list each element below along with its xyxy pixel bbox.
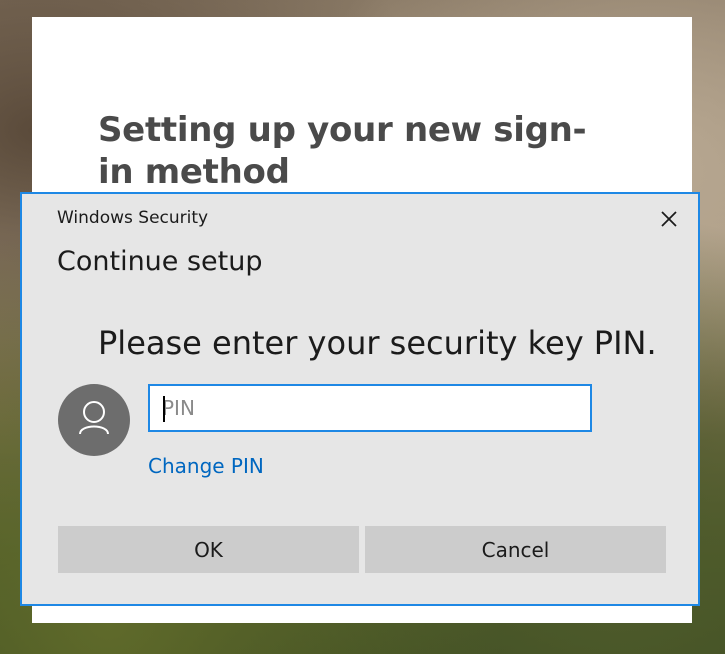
ok-button[interactable]: OK bbox=[58, 526, 359, 573]
user-icon bbox=[79, 401, 109, 435]
change-pin-link[interactable]: Change PIN bbox=[148, 454, 264, 478]
pin-prompt: Please enter your security key PIN. bbox=[98, 324, 657, 362]
windows-security-dialog: Windows Security Continue setup Please e… bbox=[20, 192, 700, 606]
dialog-caption: Windows Security bbox=[57, 208, 209, 228]
background-window-title: Setting up your new sign-in method bbox=[98, 110, 587, 192]
avatar bbox=[58, 384, 130, 456]
dialog-heading: Continue setup bbox=[57, 246, 263, 277]
close-icon bbox=[661, 211, 677, 227]
cancel-button[interactable]: Cancel bbox=[365, 526, 666, 573]
text-caret bbox=[163, 396, 165, 422]
close-button[interactable] bbox=[658, 208, 680, 230]
pin-input[interactable] bbox=[148, 384, 592, 432]
